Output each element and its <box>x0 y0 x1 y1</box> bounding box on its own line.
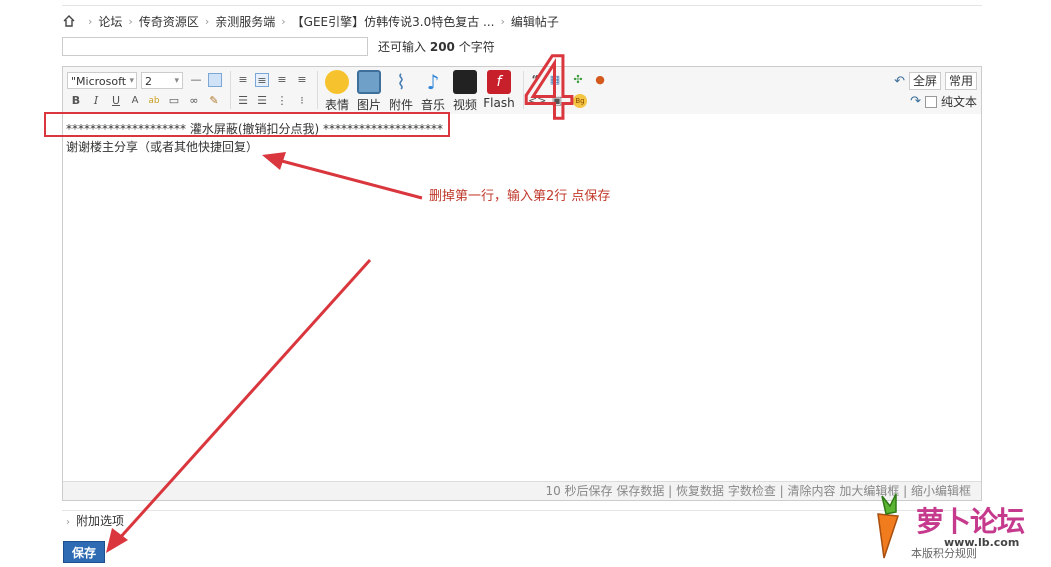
editor-mode-controls: ↶ 全屏 常用 ↷ 纯文本 <box>894 72 977 110</box>
carrot-logo-icon <box>877 493 900 559</box>
font-family-select[interactable]: "Microsoft ▾ <box>67 72 137 89</box>
link-icon[interactable]: ▭ <box>167 94 181 108</box>
flash-icon: f <box>487 70 511 94</box>
plaintext-label: 纯文本 <box>940 95 977 109</box>
undo-icon[interactable]: ↶ <box>894 74 905 89</box>
hide-icon[interactable]: ▣ <box>550 94 564 108</box>
annotation-instruction: 删掉第一行，输入第2行 点保存 <box>429 189 611 204</box>
code-icon[interactable]: <> <box>528 94 546 108</box>
indent-icon[interactable]: ☰ <box>236 94 250 108</box>
breadcrumb-separator: › <box>204 14 210 28</box>
breadcrumb: › 论坛 › 传奇资源区 › 亲测服务端 › 【GEE引擎】仿韩传说3.0特色复… <box>62 12 559 30</box>
flash-button[interactable]: f Flash <box>483 70 515 110</box>
remaining-count: 200 <box>429 40 455 54</box>
editor-content[interactable]: ******************** 灌水屏蔽(撤销扣分点我) ******… <box>63 114 981 482</box>
emoji-button[interactable]: 表情 <box>321 70 353 113</box>
breadcrumb-item-edit: 编辑帖子 <box>510 14 559 29</box>
toolbar-divider <box>523 71 524 109</box>
video-button[interactable]: 视频 <box>449 70 481 113</box>
image-button[interactable]: 图片 <box>353 70 385 113</box>
image-icon <box>357 70 381 94</box>
font-color-icon[interactable]: A <box>128 94 142 108</box>
title-row: 还可输入 200 个字符 <box>62 37 495 56</box>
extra-options-label: 附加选项 <box>76 514 125 528</box>
site-logo: 萝卜论坛 www.lb.com <box>856 492 1032 562</box>
common-button[interactable]: 常用 <box>944 72 977 90</box>
ordered-list-icon[interactable]: ⋮ <box>275 94 289 108</box>
font-size-select[interactable]: 2 ▾ <box>141 72 183 89</box>
quote-icon[interactable]: “ <box>528 73 542 87</box>
editor-statusbar[interactable]: 10 秒后保存 保存数据 | 恢复数据 字数检查 | 清除内容 加大编辑框 | … <box>63 481 981 500</box>
redo-icon[interactable]: ↷ <box>910 94 921 109</box>
plaintext-checkbox[interactable] <box>924 95 937 108</box>
clapperboard-icon <box>453 70 477 94</box>
breadcrumb-item-resources[interactable]: 传奇资源区 <box>139 13 199 30</box>
fullscreen-button[interactable]: 全屏 <box>908 72 941 90</box>
save-button[interactable]: 保存 <box>63 541 105 563</box>
highlight-icon[interactable]: ab <box>147 94 161 108</box>
smiley-icon <box>325 70 349 94</box>
breadcrumb-item-thread[interactable]: 【GEE引擎】仿韩传说3.0特色复古 ... <box>292 13 495 30</box>
unordered-list-icon[interactable]: ⁝ <box>295 94 309 108</box>
paint-icon[interactable]: ● <box>593 73 607 87</box>
remaining-chars: 还可输入 200 个字符 <box>378 40 495 54</box>
toolbar-divider <box>230 71 231 109</box>
unlink-icon[interactable]: ∞ <box>187 94 201 108</box>
logo-url: www.lb.com <box>944 536 1020 549</box>
background-image-icon[interactable]: Bg <box>573 94 587 108</box>
background-color-icon[interactable] <box>208 73 222 87</box>
breadcrumb-item-forum[interactable]: 论坛 <box>98 13 122 30</box>
home-icon[interactable] <box>62 14 76 28</box>
breadcrumb-separator: › <box>281 14 286 28</box>
breadcrumb-separator: › <box>88 14 93 28</box>
align-justify-icon[interactable]: ≡ <box>255 73 269 87</box>
align-right-icon[interactable]: ≡ <box>295 73 309 87</box>
paperclip-icon: ⌇ <box>396 70 406 94</box>
toolbar-divider <box>317 71 318 109</box>
title-input[interactable] <box>62 37 368 56</box>
top-divider <box>62 0 982 6</box>
content-line-2: 谢谢楼主分享（或者其他快捷回复） <box>66 140 259 154</box>
align-left-icon[interactable]: ≡ <box>236 73 250 87</box>
eraser-icon[interactable]: ✎ <box>207 94 221 108</box>
chevron-down-icon: ▾ <box>174 76 179 86</box>
horizontal-rule-icon[interactable]: — <box>189 73 203 87</box>
breadcrumb-separator: › <box>500 14 505 28</box>
music-note-icon: ♪ <box>426 70 440 94</box>
attachment-button[interactable]: ⌇ 附件 <box>385 70 417 113</box>
breadcrumb-separator: › <box>128 14 133 28</box>
annotation-highlight-box <box>44 112 450 137</box>
breadcrumb-item-server[interactable]: 亲测服务端 <box>215 13 275 30</box>
extra-options[interactable]: › 附加选项 <box>62 510 982 531</box>
music-button[interactable]: ♪ 音乐 <box>417 70 449 113</box>
italic-icon[interactable]: I <box>89 94 103 108</box>
bold-icon[interactable]: B <box>69 94 83 108</box>
table-icon[interactable]: ▦ <box>548 73 562 87</box>
chevron-right-icon: › <box>66 517 70 528</box>
logo-text: 萝卜论坛 <box>916 505 1025 538</box>
outdent-icon[interactable]: ☰ <box>255 94 269 108</box>
align-center-icon[interactable]: ≡ <box>275 73 289 87</box>
editor-toolbar: "Microsoft ▾ 2 ▾ — B I U A ab ▭ ∞ ✎ ≡ ≡ ≡ … <box>63 67 981 115</box>
chevron-down-icon: ▾ <box>129 76 134 86</box>
underline-icon[interactable]: U <box>109 94 123 108</box>
puzzle-icon[interactable]: ✣ <box>571 73 585 87</box>
